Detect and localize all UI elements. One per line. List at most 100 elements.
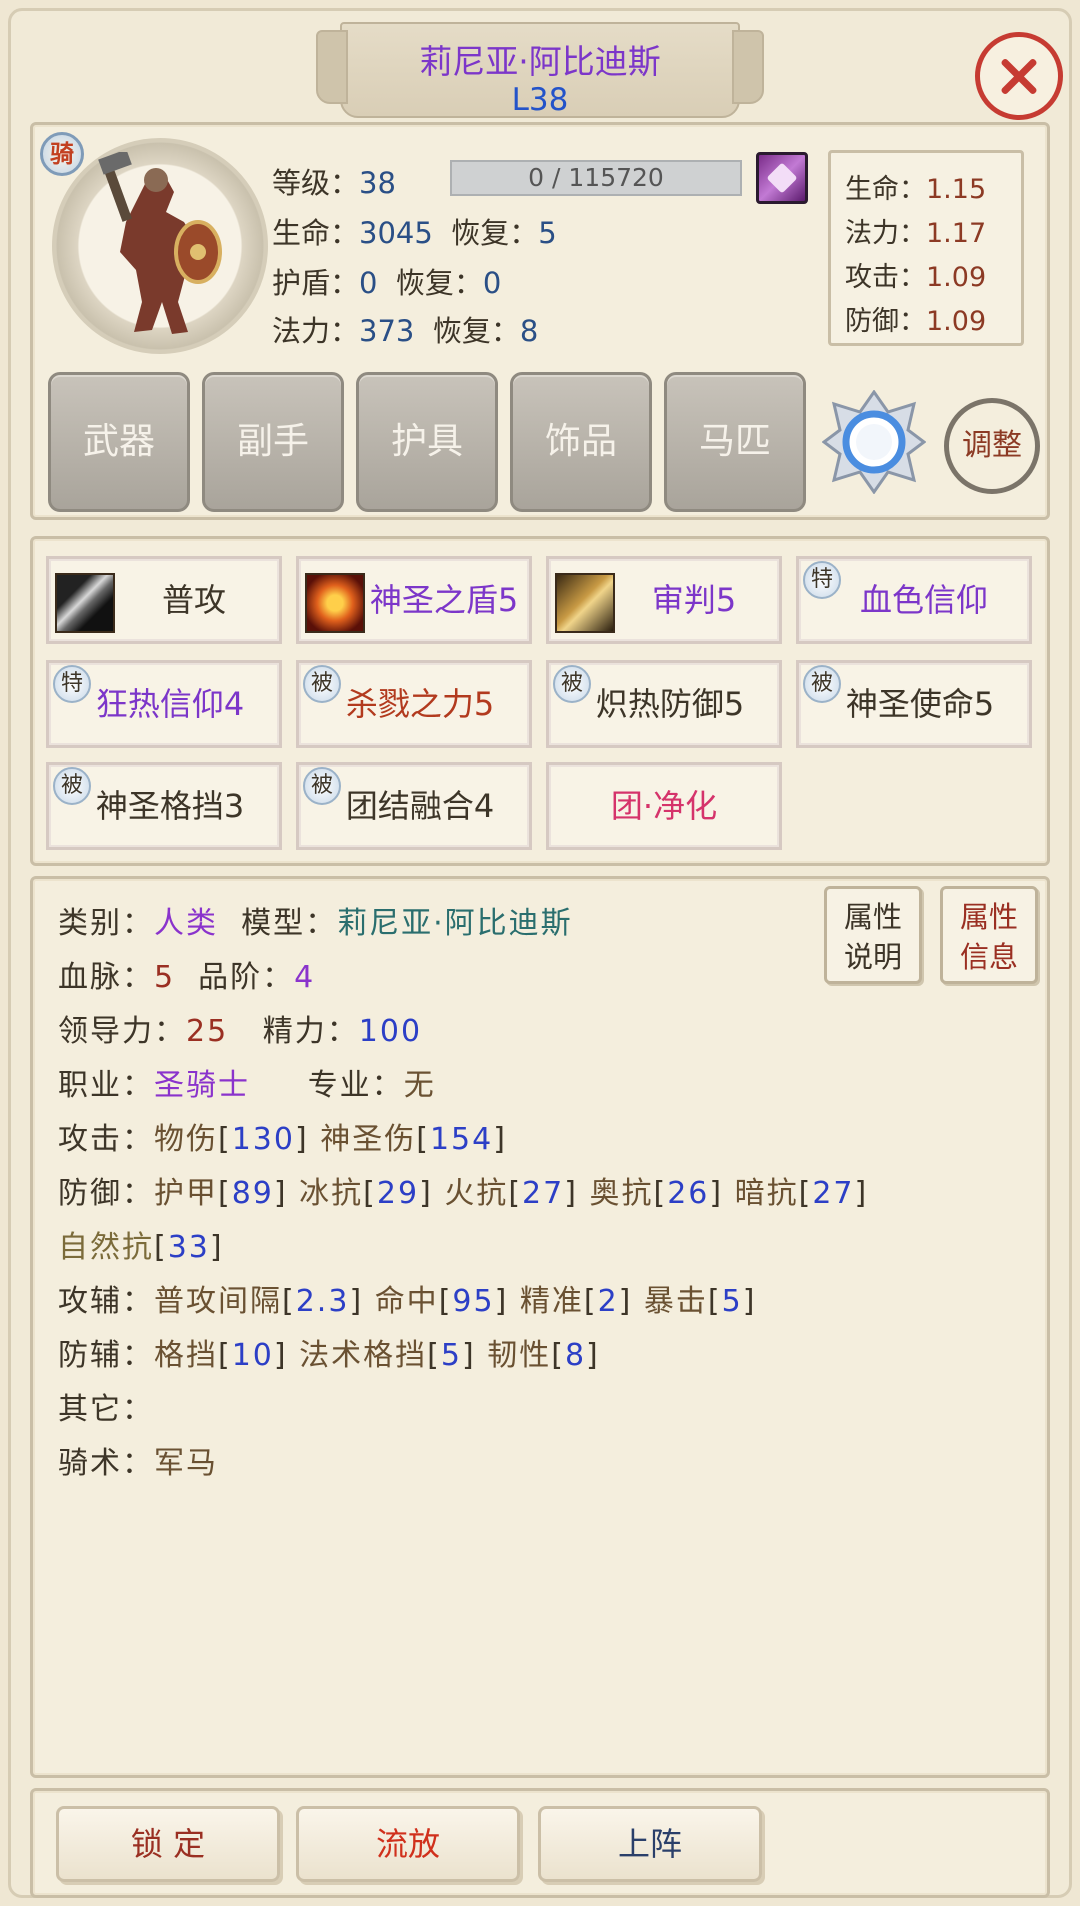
hero-title-plaque: 莉尼亚·阿比迪斯 L38: [316, 22, 764, 118]
skill-name: 神圣使命5: [845, 685, 995, 723]
skill-slaughter-power[interactable]: 被 杀戮之力5: [296, 660, 532, 748]
holy-shield-icon: [305, 573, 365, 633]
attr-name: 普攻间隔: [154, 1284, 282, 1319]
attr-name: 暗抗: [734, 1176, 799, 1211]
growth-ratio-box: 生命：1.15 法力：1.17 攻击：1.09 防御：1.09: [828, 150, 1024, 346]
deploy-button[interactable]: 上阵: [538, 1806, 762, 1882]
skill-name: 狂热信仰4: [95, 685, 245, 723]
defense-label: 防御：: [58, 1176, 154, 1211]
skill-unity-fusion[interactable]: 被 团结融合4: [296, 762, 532, 850]
hero-level-tag: L38: [511, 82, 569, 118]
info-attack-aux: 攻辅：普攻间隔[2.3] 命中[95] 精准[2] 暴击[5]: [58, 1284, 757, 1319]
skill-holy-shield[interactable]: 神圣之盾5: [296, 556, 532, 644]
slot-offhand-button[interactable]: 副手: [202, 372, 344, 512]
skill-name: 血色信仰: [859, 581, 988, 619]
slot-armor-button[interactable]: 护具: [356, 372, 498, 512]
model-value: 莉尼亚·阿比迪斯: [337, 906, 573, 941]
shield-regen-label: 恢复：: [395, 266, 483, 300]
attr-value: 8: [564, 1338, 587, 1373]
slot-accessory-button[interactable]: 饰品: [510, 372, 652, 512]
sword-icon: [55, 573, 115, 633]
skill-name: 团结融合4: [345, 787, 495, 825]
attribute-explain-button[interactable]: 属性 说明: [824, 886, 922, 984]
level-value: 38: [359, 166, 396, 200]
attr-value: 33: [167, 1230, 210, 1265]
attr-value: 89: [231, 1176, 274, 1211]
attr-value: 154: [429, 1122, 494, 1157]
hp-regen-value: 5: [538, 216, 557, 250]
defense-aux-label: 防辅：: [58, 1338, 154, 1373]
gem-icon[interactable]: [756, 152, 808, 204]
info-attack: 攻击：物伤[130] 神圣伤[154]: [58, 1122, 507, 1157]
mount-badge: 骑: [40, 132, 84, 176]
skill-name: 神圣格挡3: [95, 787, 245, 825]
close-button[interactable]: [975, 32, 1063, 120]
info-defense-aux: 防辅：格挡[10] 法术格挡[5] 韧性[8]: [58, 1338, 600, 1373]
adjust-button[interactable]: 调整: [944, 398, 1040, 494]
skill-judgement[interactable]: 审判5: [546, 556, 782, 644]
info-defense-cont: 自然抗[33]: [58, 1230, 224, 1265]
grade-value: 4: [294, 960, 316, 995]
info-blood-grade: 血脉：5 品阶：4: [58, 952, 315, 996]
attack-aux-label: 攻辅：: [58, 1284, 154, 1319]
hero-name: 莉尼亚·阿比迪斯: [419, 42, 661, 81]
other-label: 其它：: [58, 1392, 154, 1427]
skill-name: 炽热防御5: [595, 685, 745, 723]
exile-button[interactable]: 流放: [296, 1806, 520, 1882]
shield-label: 护盾：: [272, 266, 360, 300]
attr-value: 27: [522, 1176, 565, 1211]
attribute-info-button[interactable]: 属性 信息: [940, 886, 1038, 984]
ratio-value: 1.17: [926, 218, 987, 249]
energy-label: 精力：: [262, 1014, 359, 1049]
mana-regen-value: 8: [519, 314, 539, 348]
exp-bar: 0 / 115720: [450, 160, 742, 196]
job-label: 职业：: [58, 1068, 154, 1103]
attack-label: 攻击：: [58, 1122, 154, 1157]
skill-holy-block[interactable]: 被 神圣格挡3: [46, 762, 282, 850]
attr-value: 2.3: [295, 1284, 350, 1319]
skill-name: 团·净化: [610, 787, 718, 825]
attr-value: 5: [440, 1338, 462, 1373]
hp-stat: 生命：3045 恢复：5: [272, 210, 557, 252]
attr-name: 护甲: [154, 1176, 218, 1211]
mana-regen-label: 恢复：: [432, 314, 520, 348]
attr-name: 格挡: [154, 1338, 218, 1373]
info-defense: 防御：护甲[89] 冰抗[29] 火抗[27] 奥抗[26] 暗抗[27]: [58, 1176, 869, 1211]
skill-name: 杀戮之力5: [345, 685, 495, 723]
slot-mount-button[interactable]: 马匹: [664, 372, 806, 512]
slot-weapon-button[interactable]: 武器: [48, 372, 190, 512]
leadership-value: 25: [186, 1014, 229, 1049]
spec-label: 专业：: [307, 1068, 404, 1103]
attr-name: 冰抗: [299, 1176, 364, 1211]
button-line: 说明: [843, 940, 902, 974]
rune-slot-icon[interactable]: [822, 390, 926, 494]
shield-value: 0: [359, 266, 378, 300]
attr-value: 10: [231, 1338, 274, 1373]
button-line: 属性: [843, 900, 902, 934]
blood-value: 5: [154, 960, 176, 995]
skill-holy-mission[interactable]: 被 神圣使命5: [796, 660, 1032, 748]
lock-button[interactable]: 锁 定: [56, 1806, 280, 1882]
attr-value: 29: [376, 1176, 420, 1211]
spec-value: 无: [403, 1068, 436, 1103]
ratio-label: 法力：: [845, 218, 926, 249]
attr-name: 命中: [374, 1284, 439, 1319]
info-other: 其它：: [58, 1384, 154, 1428]
skill-blazing-defense[interactable]: 被 炽热防御5: [546, 660, 782, 748]
info-type-model: 类别：人类 模型：莉尼亚·阿比迪斯: [58, 898, 573, 942]
ratio-row-mana: 法力：1.17: [845, 211, 986, 250]
skill-basic-attack[interactable]: 普攻: [46, 556, 282, 644]
level-label: 等级：: [272, 166, 360, 200]
skill-name: 普攻: [161, 581, 226, 619]
ratio-row-attack: 攻击：1.09: [845, 255, 986, 294]
attr-value: 26: [667, 1176, 710, 1211]
skill-fanatic-faith[interactable]: 特 狂热信仰4: [46, 660, 282, 748]
ratio-row-defense: 防御：1.09: [845, 299, 986, 338]
hero-portrait[interactable]: [52, 138, 268, 354]
attr-value: 95: [452, 1284, 495, 1319]
skill-crimson-faith[interactable]: 特 血色信仰: [796, 556, 1032, 644]
riding-label: 骑术：: [58, 1446, 154, 1481]
attr-name: 韧性: [487, 1338, 552, 1373]
mana-value: 373: [359, 314, 415, 348]
skill-team-purify[interactable]: 团·净化: [546, 762, 782, 850]
